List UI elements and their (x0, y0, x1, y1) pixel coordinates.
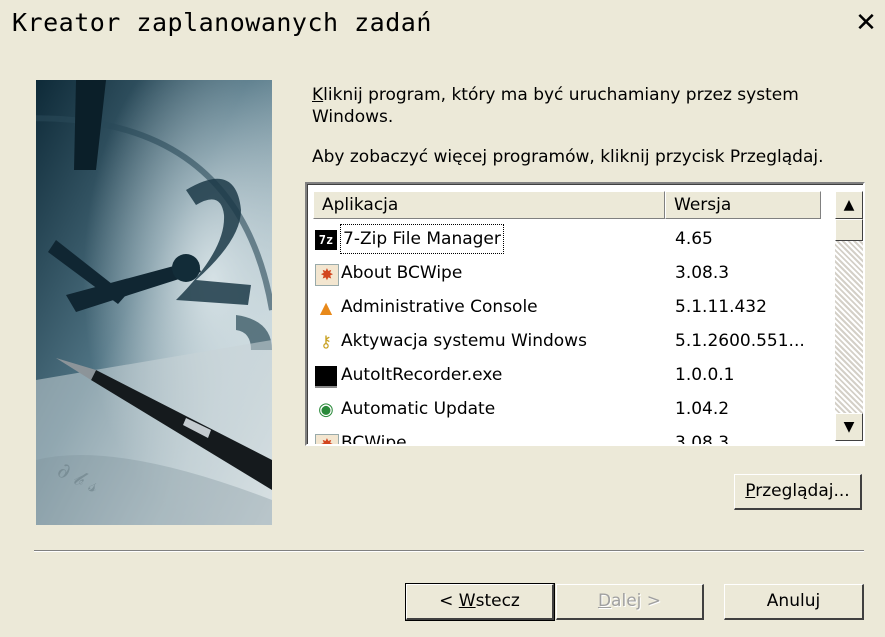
instruction-text: Kliknij program, który ma być uruchamian… (312, 85, 799, 127)
list-item[interactable]: ⚷ Aktywacja systemu Windows 5.1.2600.551… (313, 324, 823, 358)
list-item[interactable]: ✸ About BCWipe 3.08.3 (313, 256, 823, 290)
list-item[interactable]: 7z 7-Zip File Manager 4.65 (313, 222, 823, 256)
window-title: Kreator zaplanowanych zadań (12, 8, 432, 37)
list-item[interactable]: ✸ BCWipe 3.08.3 (313, 426, 823, 444)
column-header-version[interactable]: Wersja (665, 191, 821, 219)
bcwipe-icon: ✸ (315, 434, 339, 444)
keys-icon: ⚷ (320, 332, 332, 351)
close-icon[interactable]: ✕ (852, 8, 880, 38)
cancel-button[interactable]: Anuluj (724, 584, 864, 620)
next-button[interactable]: Dalej > (556, 584, 704, 620)
vertical-scrollbar[interactable]: ▲ ▼ (835, 191, 863, 441)
programs-list[interactable]: Aplikacja Wersja 7z 7-Zip File Manager 4… (305, 182, 865, 446)
globe-update-icon: ◉ (318, 399, 334, 420)
back-button[interactable]: < Wstecz (405, 583, 555, 621)
scheduled-task-wizard-dialog: Kreator zaplanowanych zadań ✕ ∂ 𝒷 𝓈 Klik… (0, 0, 885, 637)
scroll-thumb[interactable] (835, 219, 863, 241)
browse-button[interactable]: Przeglądaj... (734, 474, 862, 510)
column-header-application[interactable]: Aplikacja (313, 191, 665, 219)
title-bar[interactable]: Kreator zaplanowanych zadań ✕ (0, 0, 885, 48)
list-item[interactable]: ▲ Administrative Console 5.1.11.432 (313, 290, 823, 324)
console-icon: ▲ (319, 298, 333, 317)
list-item[interactable]: AutoItRecorder.exe 1.0.0.1 (313, 358, 823, 392)
terminal-icon (315, 366, 337, 388)
list-item[interactable]: ◉ Automatic Update 1.04.2 (313, 392, 823, 426)
browse-hint-text: Aby zobaczyć więcej programów, kliknij p… (312, 147, 824, 167)
wizard-clock-pen-image: ∂ 𝒷 𝓈 (36, 80, 272, 525)
separator (34, 550, 864, 552)
sevenzip-icon: 7z (315, 230, 337, 250)
scroll-up-icon[interactable]: ▲ (835, 191, 863, 219)
scroll-down-icon[interactable]: ▼ (835, 413, 863, 441)
bcwipe-icon: ✸ (315, 264, 339, 286)
